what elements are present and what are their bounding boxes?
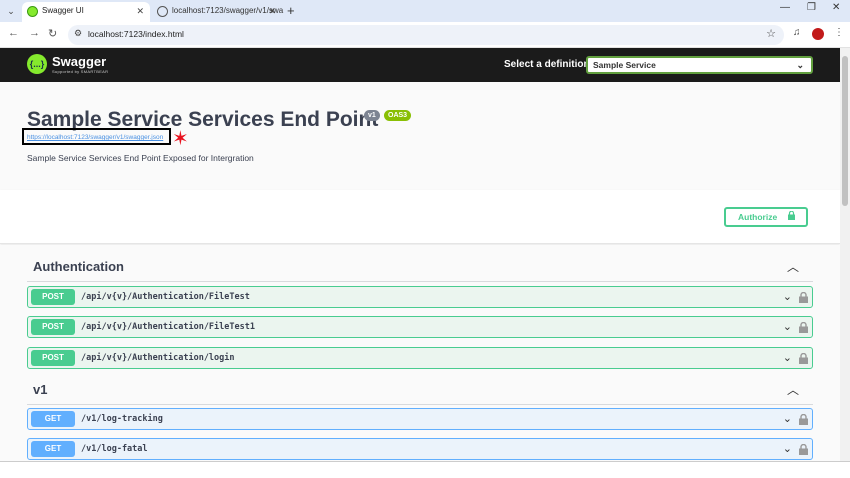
taskbar-strip bbox=[0, 461, 850, 478]
method-badge: POST bbox=[31, 289, 75, 305]
chevron-down-icon[interactable]: ⌄ bbox=[783, 320, 792, 333]
profile-avatar[interactable] bbox=[812, 28, 824, 40]
browser-menu-icon[interactable]: ⋮ bbox=[834, 27, 844, 38]
lock-icon[interactable] bbox=[799, 322, 808, 333]
globe-icon bbox=[157, 6, 168, 17]
tag-header-v1[interactable]: v1 ︿ bbox=[27, 377, 813, 405]
lock-icon[interactable] bbox=[799, 444, 808, 455]
address-url[interactable]: localhost:7123/index.html bbox=[88, 29, 184, 39]
lock-icon[interactable] bbox=[799, 414, 808, 425]
authorize-button[interactable]: Authorize bbox=[724, 207, 808, 227]
operation-path: /api/v{v}/Authentication/FileTest1 bbox=[81, 322, 255, 332]
operation-row[interactable]: POST /api/v{v}/Authentication/FileTest1 … bbox=[27, 316, 813, 338]
api-description: Sample Service Services End Point Expose… bbox=[27, 153, 254, 163]
site-info-icon[interactable]: ⚙ bbox=[74, 28, 82, 39]
swagger-logo-subtitle: Supported by SMARTBEAR bbox=[52, 69, 109, 74]
chevron-up-icon[interactable]: ︿ bbox=[787, 381, 799, 398]
close-tab-icon[interactable]: ✕ bbox=[268, 2, 276, 20]
back-icon[interactable]: ← bbox=[8, 27, 19, 39]
chevron-down-icon[interactable]: ⌄ bbox=[783, 412, 792, 425]
operation-row[interactable]: GET /v1/log-fatal ⌄ bbox=[27, 438, 813, 460]
tab-search-icon[interactable]: ⌄ bbox=[4, 4, 18, 18]
new-tab-icon[interactable]: + bbox=[287, 3, 295, 18]
api-info: Sample Service Services End Point v1 OAS… bbox=[0, 82, 840, 190]
red-star-icon: ✶ bbox=[172, 128, 189, 150]
method-badge: GET bbox=[31, 441, 75, 457]
chevron-down-icon[interactable]: ⌄ bbox=[783, 351, 792, 364]
tab-title: Swagger UI bbox=[42, 6, 84, 15]
maximize-icon[interactable]: ❐ bbox=[807, 2, 816, 13]
method-badge: GET bbox=[31, 411, 75, 427]
tab-title: localhost:7123/swagger/v1/swa bbox=[172, 6, 284, 15]
tag-name: Authentication bbox=[33, 259, 124, 274]
operation-path: /v1/log-tracking bbox=[81, 414, 163, 424]
chevron-up-icon[interactable]: ︿ bbox=[787, 258, 799, 275]
operation-row[interactable]: POST /api/v{v}/Authentication/FileTest ⌄ bbox=[27, 286, 813, 308]
bookmark-star-icon[interactable]: ☆ bbox=[766, 27, 776, 40]
forward-icon[interactable]: → bbox=[29, 27, 40, 39]
definition-selected-value: Sample Service bbox=[593, 60, 656, 70]
close-tab-icon[interactable]: ✕ bbox=[136, 2, 144, 20]
browser-toolbar: ← → ↻ ⚙ localhost:7123/index.html ☆ ♫ ⋮ bbox=[0, 22, 850, 48]
media-controls-icon[interactable]: ♫ bbox=[793, 27, 801, 38]
lock-icon[interactable] bbox=[799, 292, 808, 303]
oas-badge: OAS3 bbox=[384, 110, 412, 121]
definition-select[interactable]: Sample Service ⌄ bbox=[586, 56, 813, 74]
operations-section: Authentication ︿ POST /api/v{v}/Authenti… bbox=[0, 245, 840, 461]
operation-path: /api/v{v}/Authentication/FileTest bbox=[81, 292, 250, 302]
authorize-wrapper: Authorize bbox=[0, 190, 840, 244]
vertical-scrollbar[interactable] bbox=[840, 48, 850, 461]
address-bar[interactable]: ⚙ localhost:7123/index.html ☆ bbox=[68, 25, 784, 45]
window-close-icon[interactable]: ✕ bbox=[832, 2, 840, 13]
authorize-label: Authorize bbox=[738, 212, 778, 222]
browser-tab-swagger[interactable]: Swagger UI ✕ bbox=[22, 2, 150, 22]
reload-icon[interactable]: ↻ bbox=[48, 27, 57, 40]
lock-icon bbox=[788, 211, 795, 220]
swagger-logo-icon[interactable]: {...} bbox=[27, 54, 47, 74]
swagger-logo-text[interactable]: Swagger bbox=[52, 54, 106, 69]
tag-name: v1 bbox=[33, 382, 48, 397]
chevron-down-icon: ⌄ bbox=[796, 60, 804, 70]
chevron-down-icon[interactable]: ⌄ bbox=[783, 290, 792, 303]
swagger-favicon-icon bbox=[27, 6, 38, 17]
version-badge: v1 bbox=[364, 110, 380, 121]
operation-row[interactable]: GET /v1/log-tracking ⌄ bbox=[27, 408, 813, 430]
method-badge: POST bbox=[31, 350, 75, 366]
chevron-down-icon[interactable]: ⌄ bbox=[783, 442, 792, 455]
scrollbar-thumb[interactable] bbox=[842, 56, 848, 206]
operation-path: /api/v{v}/Authentication/login bbox=[81, 353, 235, 363]
browser-tab-strip: ⌄ Swagger UI ✕ localhost:7123/swagger/v1… bbox=[0, 0, 850, 22]
swagger-topbar: {...} Swagger Supported by SMARTBEAR Sel… bbox=[0, 48, 840, 82]
spec-json-link[interactable]: https://localhost:7123/swagger/v1/swagge… bbox=[27, 134, 163, 141]
lock-icon[interactable] bbox=[799, 353, 808, 364]
minimize-icon[interactable]: — bbox=[780, 2, 790, 13]
method-badge: POST bbox=[31, 319, 75, 335]
tag-header-authentication[interactable]: Authentication ︿ bbox=[27, 254, 813, 282]
operation-row[interactable]: POST /api/v{v}/Authentication/login ⌄ bbox=[27, 347, 813, 369]
browser-tab-swagger-json[interactable]: localhost:7123/swagger/v1/swa ✕ bbox=[152, 2, 284, 22]
definition-label: Select a definition bbox=[504, 59, 590, 70]
operation-path: /v1/log-fatal bbox=[81, 444, 148, 454]
